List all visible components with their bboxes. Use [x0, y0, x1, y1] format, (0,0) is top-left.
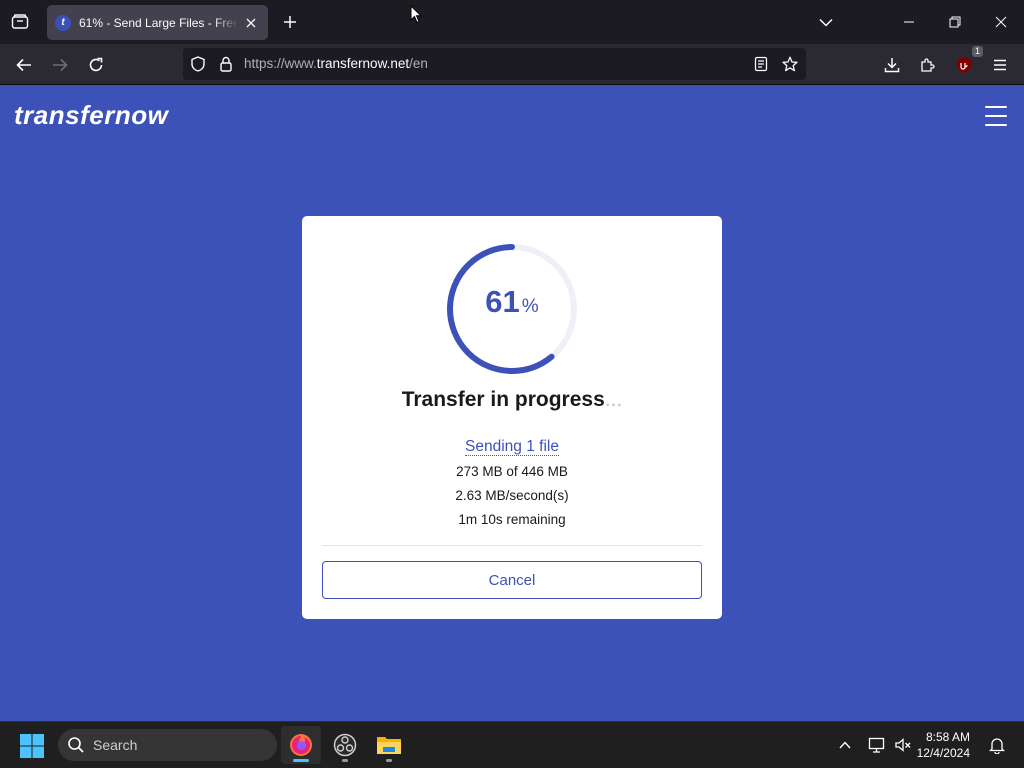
- clock-date: 12/4/2024: [916, 746, 970, 760]
- mouse-cursor-icon: [410, 4, 423, 29]
- browser-tab-active[interactable]: t 61% - Send Large Files - Free Se: [47, 5, 268, 40]
- system-clock[interactable]: 8:58 AM 12/4/2024: [916, 729, 970, 761]
- back-arrow-icon[interactable]: [10, 52, 38, 78]
- chevron-up-icon[interactable]: [834, 734, 856, 756]
- lock-icon[interactable]: [217, 55, 235, 73]
- cancel-button[interactable]: Cancel: [322, 561, 702, 599]
- close-icon[interactable]: [242, 14, 260, 32]
- windows-start-icon[interactable]: [19, 733, 45, 759]
- transfer-size: 273 MB of 446 MB: [456, 464, 568, 479]
- sending-files-link[interactable]: Sending 1 file: [465, 438, 559, 456]
- volume-muted-icon[interactable]: [892, 734, 914, 756]
- extension-badge: 1: [971, 46, 983, 57]
- close-window-icon[interactable]: [978, 0, 1024, 44]
- firefox-icon[interactable]: [281, 726, 321, 764]
- reload-icon[interactable]: [82, 52, 110, 78]
- browser-nav-bar: https://www.transfernow.net/en 1: [0, 44, 1024, 85]
- transfernow-logo[interactable]: transfernow: [14, 100, 168, 131]
- url-text[interactable]: https://www.transfernow.net/en: [244, 56, 428, 71]
- obs-icon[interactable]: [325, 726, 365, 764]
- site-menu-icon[interactable]: [985, 106, 1009, 126]
- download-icon[interactable]: [878, 52, 906, 78]
- minimize-icon[interactable]: [886, 0, 932, 44]
- ublock-icon[interactable]: 1: [950, 46, 983, 78]
- plus-icon[interactable]: [279, 11, 301, 33]
- transfer-progress-card: 61% Transfer in progress... Sending 1 fi…: [302, 216, 722, 619]
- transfer-speed: 2.63 MB/second(s): [455, 488, 569, 503]
- divider: [322, 545, 702, 546]
- tab-title: 61% - Send Large Files - Free Se: [79, 15, 238, 30]
- shield-icon[interactable]: [189, 55, 207, 73]
- restore-icon[interactable]: [932, 0, 978, 44]
- browser-tab-strip: t 61% - Send Large Files - Free Se: [0, 0, 1024, 44]
- url-bar[interactable]: https://www.transfernow.net/en: [183, 48, 806, 80]
- tab-list-icon[interactable]: [8, 10, 32, 34]
- progress-percent: 61%: [485, 284, 539, 319]
- transfer-status-title: Transfer in progress...: [401, 388, 623, 411]
- taskbar-search[interactable]: Search: [58, 729, 277, 761]
- forward-arrow-icon[interactable]: [46, 52, 74, 78]
- search-label: Search: [93, 737, 138, 753]
- notification-bell-icon[interactable]: [986, 734, 1008, 756]
- star-icon[interactable]: [781, 55, 799, 73]
- time-remaining: 1m 10s remaining: [458, 512, 566, 527]
- network-icon[interactable]: [866, 734, 888, 756]
- clock-time: 8:58 AM: [925, 730, 970, 744]
- web-page: transfernow 61% Transfer in progress... …: [0, 85, 1024, 721]
- transfernow-favicon-icon: t: [55, 14, 71, 31]
- menu-icon[interactable]: [986, 52, 1014, 78]
- windows-taskbar: Search 8:58 AM 12/4/2024: [0, 721, 1024, 768]
- search-icon: [68, 737, 84, 753]
- file-explorer-icon[interactable]: [369, 726, 409, 764]
- reader-view-icon[interactable]: [752, 55, 770, 73]
- chevron-down-icon[interactable]: [815, 11, 837, 33]
- sending-files-link-wrap: Sending 1 file: [302, 438, 722, 456]
- extensions-icon[interactable]: [914, 52, 942, 78]
